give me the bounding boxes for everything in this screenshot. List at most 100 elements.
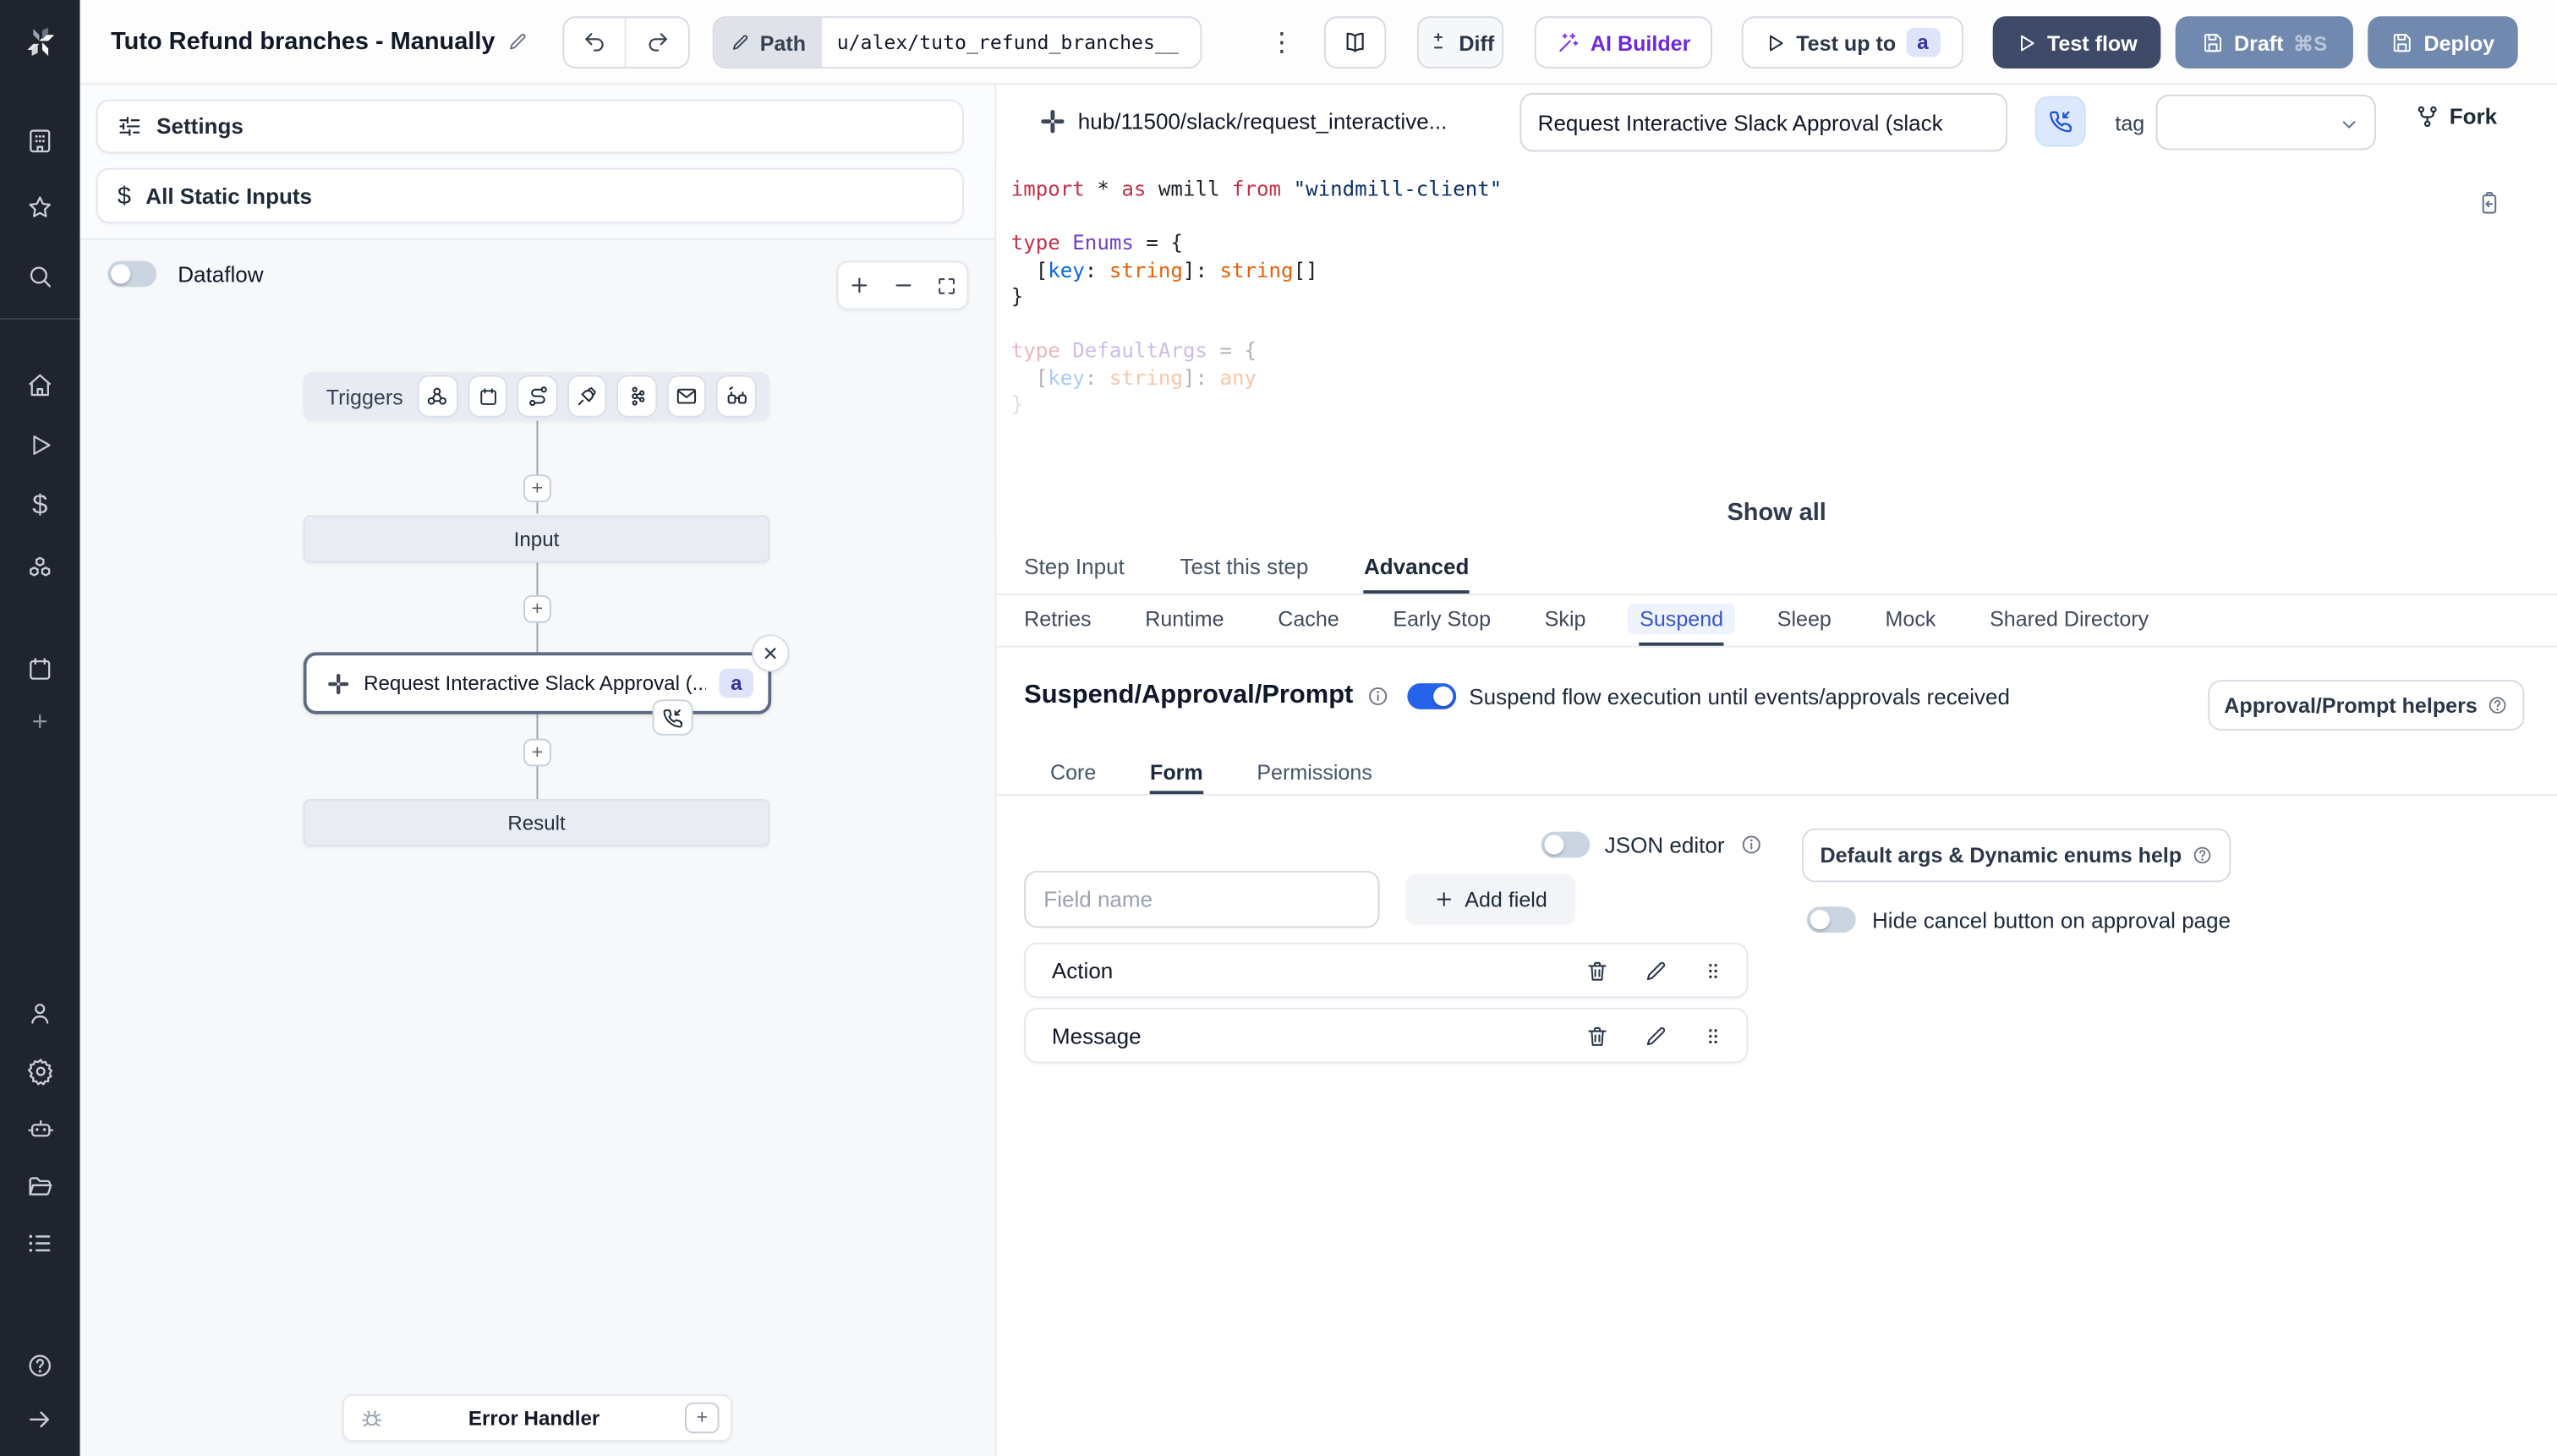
tab-advanced[interactable]: Advanced (1363, 541, 1470, 594)
code-text: import * as wmill from "windmill-client"… (1010, 176, 1503, 416)
poll-icon[interactable] (718, 376, 755, 416)
folders-icon[interactable] (0, 1161, 79, 1210)
suspend-toggle[interactable] (1406, 683, 1456, 709)
add-field-button[interactable]: Add field (1405, 873, 1575, 925)
delete-field-icon[interactable] (1585, 1023, 1610, 1048)
websocket-icon[interactable] (568, 376, 606, 416)
schedules-icon[interactable] (0, 644, 79, 693)
slack-icon (1038, 107, 1066, 135)
windmill-logo[interactable] (0, 0, 79, 85)
more-menu-button[interactable]: ⋮ (1264, 16, 1300, 68)
logs-icon[interactable] (0, 1218, 79, 1267)
suspend-mode-button[interactable] (2034, 96, 2086, 147)
form-field-row[interactable]: Message (1024, 1007, 1749, 1064)
draft-button[interactable]: Draft ⌘S (2175, 16, 2353, 68)
delete-field-icon[interactable] (1585, 958, 1610, 983)
json-editor-toggle[interactable] (1541, 831, 1591, 858)
subtab-mock[interactable]: Mock (1886, 595, 1936, 646)
tab-test-this-step[interactable]: Test this step (1180, 541, 1308, 594)
triggers-bar: Triggers (303, 371, 770, 421)
collapse-icon[interactable] (0, 1394, 79, 1443)
user-icon[interactable] (0, 988, 79, 1037)
copy-code-icon[interactable] (2477, 191, 2501, 216)
flow-title-text: Tuto Refund branches - Manually (111, 27, 496, 56)
drag-handle-icon[interactable] (1702, 1023, 1723, 1048)
delete-step-button[interactable]: ✕ (752, 634, 790, 672)
apps-icon[interactable] (0, 116, 79, 165)
subtab-retries[interactable]: Retries (1024, 595, 1091, 646)
schedule-icon[interactable] (468, 376, 506, 416)
add-step-button-bottom[interactable]: + (523, 738, 551, 767)
help-icon[interactable] (0, 1340, 79, 1389)
fit-view-button[interactable] (935, 275, 956, 296)
path-value[interactable]: u/alex/tuto_refund_branches__ (822, 18, 1201, 68)
deploy-button[interactable]: Deploy (2368, 16, 2518, 68)
all-static-inputs-button[interactable]: $ All Static Inputs (96, 167, 964, 224)
add-error-handler-button[interactable]: + (684, 1402, 720, 1434)
email-icon[interactable] (668, 376, 706, 416)
add-step-button-middle[interactable]: + (523, 594, 551, 623)
tab-core[interactable]: Core (1050, 752, 1096, 794)
subtab-shared-directory[interactable]: Shared Directory (1990, 595, 2149, 646)
star-icon[interactable] (0, 183, 79, 232)
path-editor[interactable]: Path u/alex/tuto_refund_branches__ (712, 16, 1202, 68)
resources-icon[interactable] (0, 543, 79, 592)
form-field-row[interactable]: Action (1024, 942, 1749, 999)
info-icon[interactable] (1739, 833, 1762, 856)
step-name-input[interactable] (1519, 92, 2008, 152)
drag-handle-icon[interactable] (1702, 958, 1723, 983)
slack-approval-node[interactable]: Request Interactive Slack Approval (... … (303, 652, 772, 714)
field-name-input[interactable] (1024, 870, 1380, 928)
default-args-help-button[interactable]: Default args & Dynamic enums help (1802, 828, 2231, 883)
tab-form[interactable]: Form (1150, 752, 1203, 795)
suspend-heading: Suspend/Approval/Prompt (1024, 681, 1354, 709)
suspend-phone-badge[interactable] (652, 699, 693, 736)
home-icon[interactable] (0, 360, 79, 409)
test-up-to-button[interactable]: Test up to a (1741, 16, 1963, 68)
subtab-cache[interactable]: Cache (1278, 595, 1339, 646)
show-all-code-button[interactable]: Show all (996, 499, 2557, 527)
error-handler-node[interactable]: Error Handler + (342, 1393, 732, 1442)
ai-builder-button[interactable]: AI Builder (1534, 16, 1712, 68)
undo-button[interactable] (564, 18, 627, 68)
subtab-skip[interactable]: Skip (1545, 595, 1586, 646)
bug-icon (360, 1406, 383, 1429)
docs-button[interactable] (1323, 16, 1387, 68)
hub-script-path[interactable]: hub/11500/slack/request_interactive... (1078, 109, 1448, 134)
tab-step-input[interactable]: Step Input (1024, 541, 1125, 594)
variables-icon[interactable]: $ (0, 481, 79, 530)
subtab-early-stop[interactable]: Early Stop (1393, 595, 1491, 646)
redo-button[interactable] (627, 18, 688, 67)
add-icon[interactable]: + (0, 698, 79, 747)
workers-icon[interactable] (0, 1104, 79, 1153)
step-detail-panel: hub/11500/slack/request_interactive... t… (996, 85, 2557, 1456)
settings-icon[interactable] (0, 1047, 79, 1096)
subtab-suspend[interactable]: Suspend (1628, 595, 1735, 646)
approval-helpers-button[interactable]: Approval/Prompt helpers (2208, 680, 2525, 731)
runs-icon[interactable] (0, 421, 79, 470)
fork-button[interactable]: Fork (2415, 104, 2497, 129)
advanced-subtabs: Retries Runtime Cache Early Stop Skip Su… (996, 595, 2557, 648)
diff-button[interactable]: Diff (1416, 16, 1504, 68)
edit-title-icon[interactable] (506, 31, 528, 52)
edit-field-icon[interactable] (1644, 1023, 1668, 1048)
subtab-sleep[interactable]: Sleep (1777, 595, 1832, 646)
tab-permissions[interactable]: Permissions (1257, 752, 1372, 794)
tag-select[interactable] (2155, 94, 2376, 151)
dataflow-toggle[interactable] (107, 260, 157, 287)
kafka-icon[interactable] (618, 376, 656, 416)
webhook-icon[interactable] (419, 376, 457, 416)
result-node[interactable]: Result (303, 798, 770, 846)
search-icon[interactable] (0, 251, 79, 300)
test-flow-button[interactable]: Test flow (1992, 16, 2161, 68)
route-icon[interactable] (518, 376, 556, 416)
input-node[interactable]: Input (303, 515, 770, 563)
edit-field-icon[interactable] (1644, 958, 1668, 983)
info-icon[interactable] (1366, 685, 1389, 708)
hide-cancel-toggle[interactable] (1806, 906, 1856, 933)
zoom-in-button[interactable] (848, 274, 871, 297)
zoom-out-button[interactable] (892, 274, 915, 297)
subtab-runtime[interactable]: Runtime (1145, 595, 1224, 646)
flow-settings-button[interactable]: Settings (96, 99, 964, 154)
add-step-button-top[interactable]: + (523, 474, 551, 502)
